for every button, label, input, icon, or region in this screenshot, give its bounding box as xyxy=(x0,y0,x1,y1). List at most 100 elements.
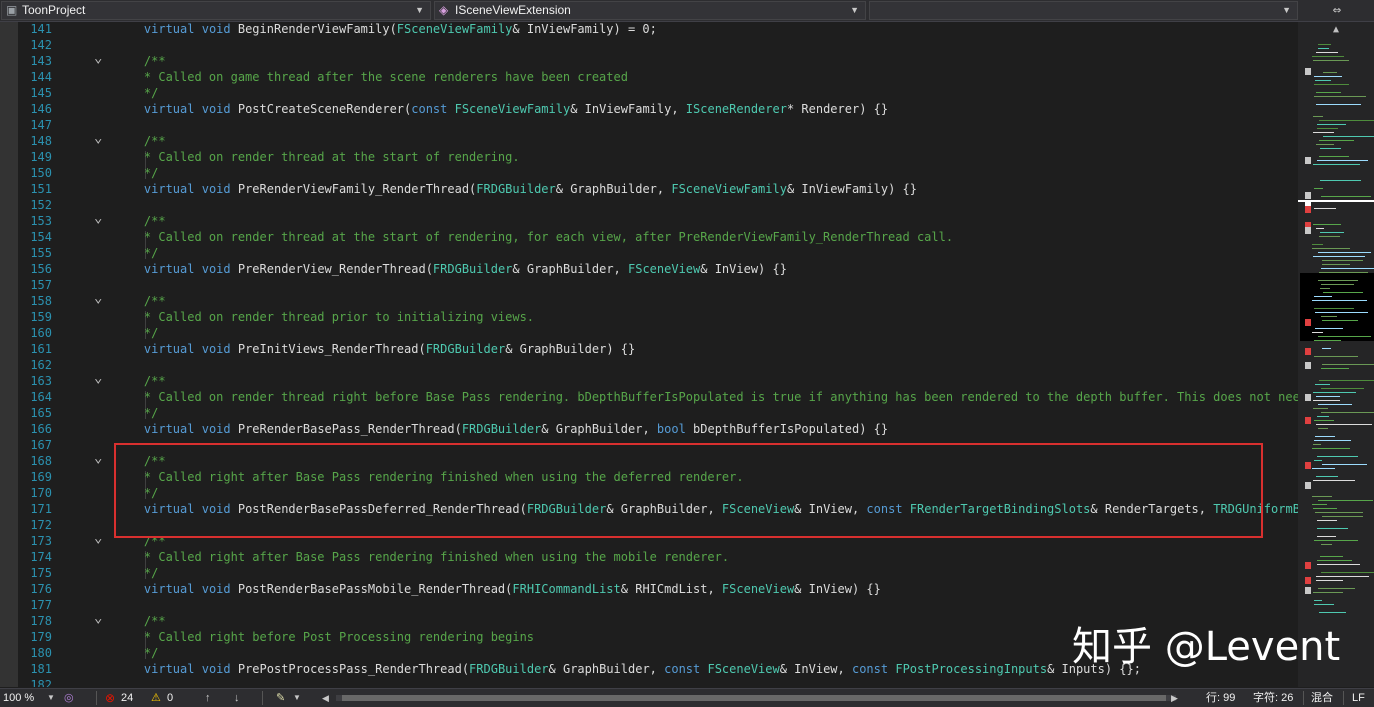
line-number: 150 xyxy=(30,166,52,180)
scroll-right-icon[interactable]: ▶ xyxy=(1171,689,1178,707)
code-token: FRHICommandList xyxy=(512,582,621,596)
line-ending[interactable]: LF xyxy=(1352,689,1365,707)
fold-toggle-icon[interactable]: ⌄ xyxy=(94,451,106,465)
map-line xyxy=(1313,480,1355,481)
code-line[interactable]: 152 xyxy=(0,197,1298,213)
code-cleanup-icon[interactable]: ◎ xyxy=(64,689,74,707)
arrow-up-icon[interactable]: ↑ xyxy=(205,689,211,707)
map-line xyxy=(1317,416,1329,417)
code-line[interactable]: 156 virtual void PreRenderView_RenderThr… xyxy=(0,261,1298,277)
horizontal-scroll-thumb[interactable] xyxy=(342,695,1166,701)
split-window-button[interactable]: ⇔ xyxy=(1300,0,1374,21)
map-line xyxy=(1316,104,1361,105)
line-number: 164 xyxy=(30,390,52,404)
map-line xyxy=(1321,196,1371,197)
code-line[interactable]: 153 ⌄ /** xyxy=(0,211,1298,229)
scroll-left-icon[interactable]: ◀ xyxy=(322,689,329,707)
line-number: 175 xyxy=(30,566,52,580)
code-line[interactable]: 162 xyxy=(0,357,1298,373)
brush-icon[interactable]: ✎ xyxy=(276,689,285,707)
fold-toggle-icon[interactable]: ⌄ xyxy=(94,211,106,225)
map-marker xyxy=(1305,192,1311,199)
code-line[interactable]: 155 */ xyxy=(0,245,1298,261)
map-line xyxy=(1321,544,1332,545)
code-line[interactable]: 143 ⌄ /** xyxy=(0,51,1298,69)
zoom-level[interactable]: 100 % xyxy=(3,689,34,707)
scrollbar-map[interactable]: ▲ xyxy=(1298,22,1374,687)
code-line[interactable]: 165 */ xyxy=(0,405,1298,421)
code-line[interactable]: 166 virtual void PreRenderBasePass_Rende… xyxy=(0,421,1298,437)
line-number: 143 xyxy=(30,54,52,68)
horizontal-scrollbar[interactable] xyxy=(336,695,1176,701)
line-number: 176 xyxy=(30,582,52,596)
line-number: 149 xyxy=(30,150,52,164)
code-line[interactable]: 176 virtual void PostRenderBasePassMobil… xyxy=(0,581,1298,597)
fold-toggle-icon[interactable]: ⌄ xyxy=(94,531,106,545)
mixed-mode[interactable]: 混合 xyxy=(1311,689,1333,707)
code-line[interactable]: 146 virtual void PostCreateSceneRenderer… xyxy=(0,101,1298,117)
code-token: const xyxy=(411,102,448,116)
project-dropdown[interactable]: ▣ ToonProject ▼ xyxy=(1,1,431,20)
chevron-down-icon[interactable]: ▼ xyxy=(47,689,55,707)
fold-toggle-icon[interactable]: ⌄ xyxy=(94,371,106,385)
chevron-down-icon[interactable]: ▼ xyxy=(293,689,301,707)
line-number[interactable]: 行: 99 xyxy=(1206,689,1235,707)
code-token: void xyxy=(201,342,231,356)
code-token: /** xyxy=(143,134,166,148)
code-line[interactable]: 161 virtual void PreInitViews_RenderThre… xyxy=(0,341,1298,357)
scroll-up-icon[interactable]: ▲ xyxy=(1298,22,1374,42)
code-line[interactable]: 177 xyxy=(0,597,1298,613)
code-line[interactable]: 144 * Called on game thread after the sc… xyxy=(0,69,1298,85)
code-line[interactable]: 149 * Called on render thread at the sta… xyxy=(0,149,1298,165)
code-line[interactable]: 182 xyxy=(0,677,1298,687)
code-line[interactable]: 148 ⌄ /** xyxy=(0,131,1298,149)
fold-toggle-icon[interactable]: ⌄ xyxy=(94,611,106,625)
code-line[interactable]: 151 virtual void PreRenderViewFamily_Ren… xyxy=(0,181,1298,197)
code-line[interactable]: 159 * Called on render thread prior to i… xyxy=(0,309,1298,325)
code-line[interactable]: 141 virtual void BeginRenderViewFamily(F… xyxy=(0,22,1298,37)
char-number[interactable]: 字符: 26 xyxy=(1253,689,1293,707)
code-line[interactable]: 163 ⌄ /** xyxy=(0,371,1298,389)
map-line xyxy=(1321,316,1337,317)
line-number: 163 xyxy=(30,374,52,388)
fold-toggle-icon[interactable]: ⌄ xyxy=(94,131,106,145)
code-text: * Called right before Post Processing re… xyxy=(115,629,534,645)
warning-count[interactable]: 0 xyxy=(167,689,173,707)
code-line[interactable]: 174 * Called right after Base Pass rende… xyxy=(0,549,1298,565)
map-line xyxy=(1323,292,1363,293)
code-line[interactable]: 157 xyxy=(0,277,1298,293)
map-line xyxy=(1312,468,1335,469)
map-marker xyxy=(1305,362,1311,369)
fold-toggle-icon[interactable]: ⌄ xyxy=(94,51,106,65)
line-number: 142 xyxy=(30,38,52,52)
map-line xyxy=(1314,188,1323,189)
code-line[interactable]: 147 xyxy=(0,117,1298,133)
code-line[interactable]: 150 */ xyxy=(0,165,1298,181)
member-dropdown[interactable]: ▼ xyxy=(869,1,1298,20)
code-line[interactable]: 160 */ xyxy=(0,325,1298,341)
arrow-down-icon[interactable]: ↓ xyxy=(234,689,240,707)
map-marker xyxy=(1305,482,1311,489)
code-line[interactable]: 145 */ xyxy=(0,85,1298,101)
code-line[interactable]: 164 * Called on render thread right befo… xyxy=(0,389,1298,405)
chevron-down-icon: ▼ xyxy=(415,5,424,15)
code-line[interactable]: 154 * Called on render thread at the sta… xyxy=(0,229,1298,245)
map-line xyxy=(1323,136,1374,137)
map-line xyxy=(1316,476,1338,477)
code-line[interactable]: 175 */ xyxy=(0,565,1298,581)
scope-dropdown[interactable]: ◈ ISceneViewExtension ▼ xyxy=(434,1,866,20)
code-line[interactable]: 158 ⌄ /** xyxy=(0,291,1298,309)
code-editor[interactable]: 141 virtual void BeginRenderViewFamily(F… xyxy=(0,22,1298,687)
code-token: & InView) {} xyxy=(700,262,787,276)
map-line xyxy=(1314,420,1334,421)
fold-toggle-icon[interactable]: ⌄ xyxy=(94,291,106,305)
code-line[interactable]: 142 xyxy=(0,37,1298,53)
map-line xyxy=(1314,440,1351,441)
code-token: PreRenderView_RenderThread( xyxy=(230,262,433,276)
error-count[interactable]: 24 xyxy=(121,689,133,707)
code-token: & InViewFamily, xyxy=(570,102,686,116)
